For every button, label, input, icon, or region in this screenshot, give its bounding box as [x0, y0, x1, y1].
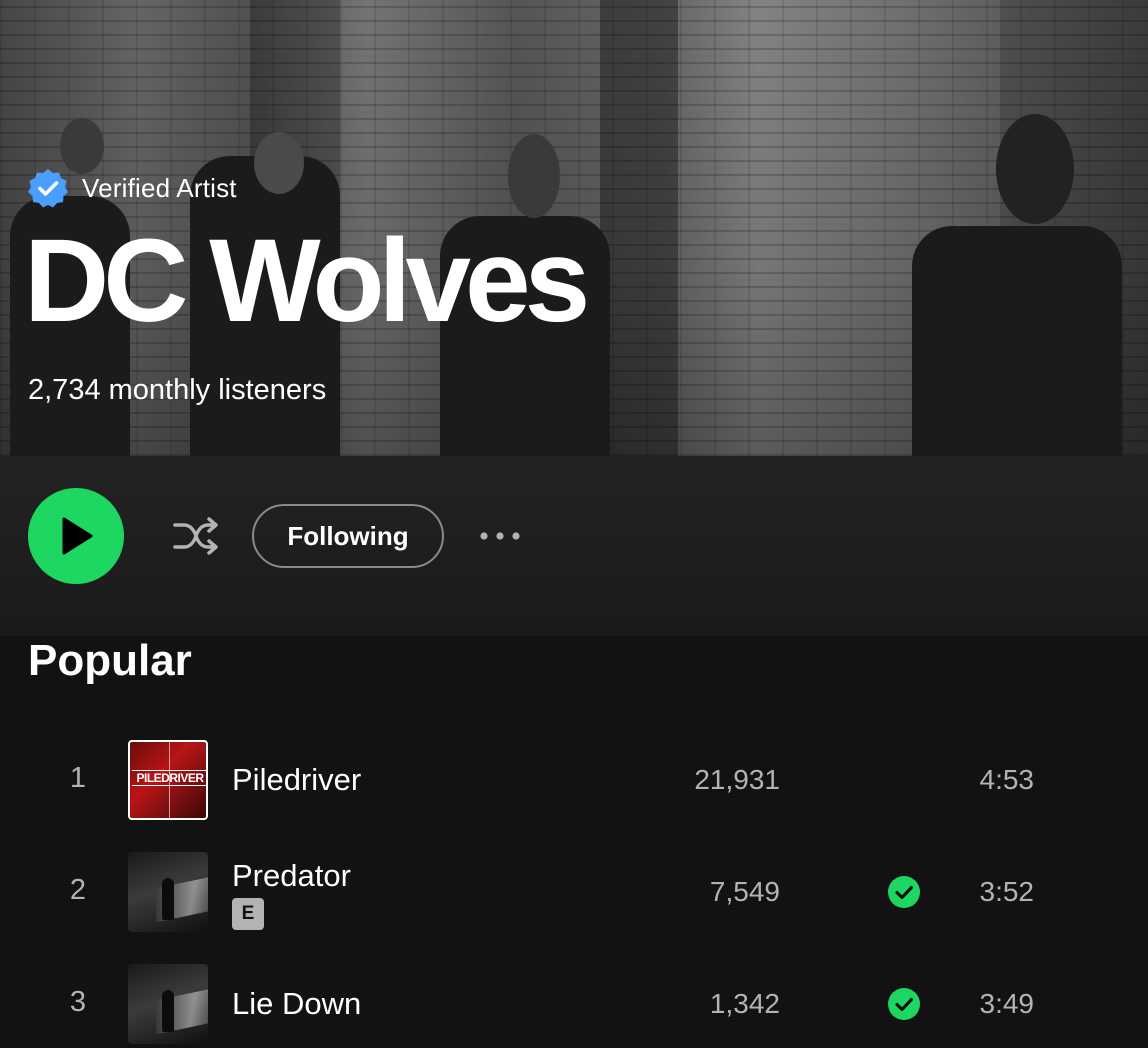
track-play-count: 1,342 — [709, 988, 780, 1019]
play-icon — [62, 517, 93, 555]
track-title[interactable]: Predator — [232, 858, 351, 894]
track-number: 1 — [69, 762, 87, 794]
track-row[interactable]: 1 PILEDRIVER Piledriver 21,931 4:53 — [0, 724, 1148, 836]
following-button[interactable]: Following — [252, 504, 444, 568]
track-duration: 4:53 — [979, 764, 1035, 795]
track-cover-art: PILEDRIVER — [128, 740, 208, 820]
shuffle-icon — [173, 517, 218, 555]
cover-figure — [162, 878, 174, 920]
band-member-head — [254, 132, 304, 194]
band-member-figure — [912, 226, 1122, 456]
band-member-head — [996, 114, 1074, 224]
more-horizontal-icon — [480, 532, 520, 540]
verified-artist-label: Verified Artist — [28, 168, 237, 208]
track-number: 3 — [69, 986, 87, 1018]
saved-check-icon[interactable] — [888, 988, 920, 1020]
track-play-count: 21,931 — [694, 764, 780, 795]
band-member-head — [508, 134, 560, 218]
cover-figure — [162, 990, 174, 1032]
track-play-count: 7,549 — [709, 876, 780, 907]
track-cover-art — [128, 964, 208, 1044]
track-duration: 3:49 — [979, 988, 1035, 1019]
verified-label-text: Verified Artist — [82, 172, 237, 203]
track-cover-art — [128, 852, 208, 932]
shuffle-button[interactable] — [172, 516, 220, 556]
track-row[interactable]: 2 Predator E 7,549 3:52 — [0, 836, 1148, 948]
band-member-head — [60, 118, 104, 174]
action-bar: Following — [0, 456, 1148, 636]
track-duration: 3:52 — [979, 876, 1035, 907]
verified-badge-icon — [28, 169, 68, 208]
cover-art-text: PILEDRIVER — [132, 770, 206, 786]
more-options-button[interactable] — [478, 524, 522, 548]
play-button[interactable] — [28, 488, 124, 584]
monthly-listeners: 2,734 monthly listeners — [28, 374, 327, 406]
track-title[interactable]: Piledriver — [232, 762, 361, 798]
track-title[interactable]: Lie Down — [232, 986, 361, 1022]
track-row[interactable]: 3 Lie Down 1,342 3:49 — [0, 948, 1148, 1048]
banner-wall-pillar — [600, 0, 678, 456]
artist-name: DC Wolves — [24, 215, 590, 347]
popular-section-title: Popular — [28, 636, 192, 685]
explicit-badge: E — [232, 898, 264, 930]
saved-check-icon[interactable] — [888, 876, 920, 908]
track-number: 2 — [69, 874, 87, 906]
